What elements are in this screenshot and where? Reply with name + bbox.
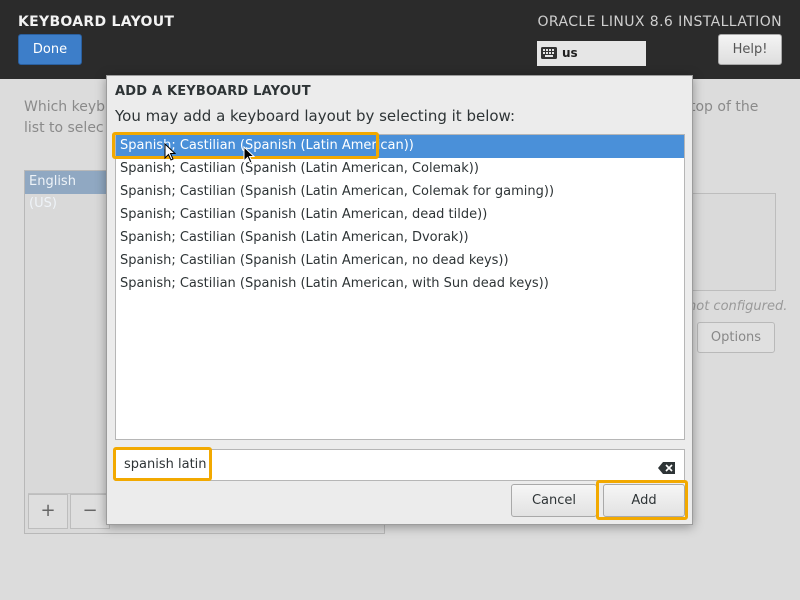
layout-list-item[interactable]: Spanish; Castilian (Spanish (Latin Ameri… (116, 273, 684, 296)
layout-switching-panel (692, 193, 776, 291)
search-input-value: spanish latin (124, 457, 207, 472)
help-button[interactable]: Help! (718, 34, 782, 65)
done-button[interactable]: Done (18, 34, 82, 65)
product-title: ORACLE LINUX 8.6 INSTALLATION (537, 14, 782, 30)
layout-switching-status: not configured. (688, 299, 788, 314)
layout-list-item[interactable]: Spanish; Castilian (Spanish (Latin Ameri… (116, 250, 684, 273)
keyboard-layout-indicator[interactable]: us (537, 41, 646, 66)
keyboard-indicator-label: us (562, 46, 578, 60)
layout-search-input[interactable]: spanish latin (115, 449, 685, 481)
layout-list-item[interactable]: Spanish; Castilian (Spanish (Latin Ameri… (116, 181, 684, 204)
cancel-button[interactable]: Cancel (511, 484, 597, 517)
add-layout-button[interactable]: + (28, 494, 68, 529)
layout-list-item-selected[interactable]: English (US) (25, 171, 106, 211)
description-text-start-1: Which keyb (24, 99, 106, 115)
header-bar: KEYBOARD LAYOUT Done ORACLE LINUX 8.6 IN… (0, 0, 800, 79)
layout-list-item[interactable]: Spanish; Castilian (Spanish (Latin Ameri… (116, 227, 684, 250)
spoke-title: KEYBOARD LAYOUT (18, 14, 175, 30)
layout-list-item[interactable]: Spanish; Castilian (Spanish (Latin Ameri… (116, 158, 684, 181)
dialog-title: ADD A KEYBOARD LAYOUT (115, 84, 311, 99)
options-button[interactable]: Options (697, 322, 775, 353)
layout-list-item[interactable]: Spanish; Castilian (Spanish (Latin Ameri… (116, 204, 684, 227)
description-text-start-2: list to selec (24, 120, 104, 136)
dialog-subtitle: You may add a keyboard layout by selecti… (115, 107, 516, 125)
clear-text-icon[interactable] (658, 459, 676, 478)
keyboard-icon (541, 47, 557, 62)
layout-list-item[interactable]: Spanish; Castilian (Spanish (Latin Ameri… (116, 135, 684, 158)
layout-list[interactable]: Spanish; Castilian (Spanish (Latin Ameri… (115, 134, 685, 440)
add-button[interactable]: Add (603, 484, 685, 517)
add-keyboard-layout-dialog: ADD A KEYBOARD LAYOUT You may add a keyb… (106, 75, 693, 525)
remove-layout-button[interactable]: − (70, 494, 110, 529)
description-text-end-1: top of the (690, 99, 759, 115)
